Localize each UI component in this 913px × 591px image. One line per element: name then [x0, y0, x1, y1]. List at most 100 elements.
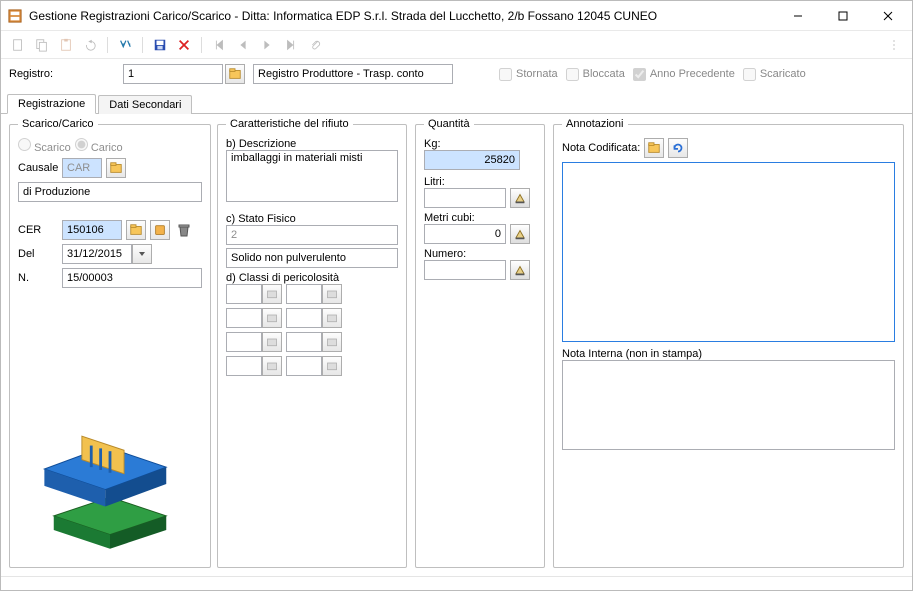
undo-icon[interactable]	[81, 36, 99, 54]
classe-input-7[interactable]	[226, 356, 262, 376]
app-icon	[7, 8, 23, 24]
litri-label: Litri:	[424, 176, 536, 188]
classe-lookup-3[interactable]	[262, 308, 282, 328]
nota-interna-input[interactable]	[562, 360, 895, 450]
causale-lookup-button[interactable]	[106, 158, 126, 178]
bloccata-checkbox[interactable]: Bloccata	[566, 68, 625, 81]
classe-input-2[interactable]	[286, 284, 322, 304]
window-title: Gestione Registrazioni Carico/Scarico - …	[29, 9, 775, 23]
registro-input[interactable]	[123, 64, 223, 84]
numero-calc-button[interactable]	[510, 260, 530, 280]
del-dropdown-button[interactable]	[132, 244, 152, 264]
minimize-button[interactable]	[775, 2, 820, 30]
scaricato-checkbox[interactable]: Scaricato	[743, 68, 806, 81]
classe-lookup-2[interactable]	[322, 284, 342, 304]
numero-label: Numero:	[424, 248, 536, 260]
descrizione-label: b) Descrizione	[226, 138, 398, 150]
tabstrip: Registrazione Dati Secondari	[1, 89, 912, 114]
causale-input[interactable]	[62, 158, 102, 178]
first-icon[interactable]	[210, 36, 228, 54]
cer-lookup-button[interactable]	[126, 220, 146, 240]
n-label: N.	[18, 272, 58, 284]
classe-input-3[interactable]	[226, 308, 262, 328]
tab-registrazione[interactable]: Registrazione	[7, 94, 96, 114]
cer-trash-button[interactable]	[174, 220, 194, 240]
causale-label: Causale	[18, 162, 58, 174]
classi-grid	[226, 284, 398, 376]
stato-fisico-label: c) Stato Fisico	[226, 213, 398, 225]
kg-input[interactable]	[424, 150, 520, 170]
classe-input-5[interactable]	[226, 332, 262, 352]
registro-desc[interactable]	[253, 64, 453, 84]
nota-interna-label: Nota Interna (non in stampa)	[562, 348, 895, 360]
new-icon[interactable]	[9, 36, 27, 54]
classe-input-6[interactable]	[286, 332, 322, 352]
quantita-group: Quantità Kg: Litri: Metri cubi: Numero:	[415, 118, 545, 568]
descrizione-input[interactable]	[226, 150, 398, 202]
quantita-legend: Quantità	[424, 118, 474, 130]
books-image	[35, 379, 185, 559]
scarico-radio[interactable]: Scarico	[18, 138, 71, 154]
nota-codificata-input[interactable]	[562, 162, 895, 342]
toolbar-separator	[201, 37, 202, 53]
tab-dati-secondari[interactable]: Dati Secondari	[98, 95, 192, 114]
stato-fisico-code[interactable]	[226, 225, 398, 245]
classe-lookup-8[interactable]	[322, 356, 342, 376]
nota-cod-refresh-button[interactable]	[668, 138, 688, 158]
cer-book-button[interactable]	[150, 220, 170, 240]
titlebar: Gestione Registrazioni Carico/Scarico - …	[1, 1, 912, 31]
annotazioni-group: Annotazioni Nota Codificata: Nota Intern…	[553, 118, 904, 568]
paste-icon[interactable]	[57, 36, 75, 54]
classi-pericolosita-label: d) Classi di pericolosità	[226, 272, 398, 284]
classe-lookup-4[interactable]	[322, 308, 342, 328]
caratteristiche-legend: Caratteristiche del rifiuto	[226, 118, 353, 130]
kg-label: Kg:	[424, 138, 536, 150]
classe-input-4[interactable]	[286, 308, 322, 328]
scarico-carico-legend: Scarico/Carico	[18, 118, 98, 130]
annotazioni-legend: Annotazioni	[562, 118, 628, 130]
nota-cod-lookup-button[interactable]	[644, 138, 664, 158]
stato-fisico-desc[interactable]	[226, 248, 398, 268]
maximize-button[interactable]	[820, 2, 865, 30]
classe-lookup-7[interactable]	[262, 356, 282, 376]
mc-label: Metri cubi:	[424, 212, 536, 224]
last-icon[interactable]	[282, 36, 300, 54]
find-icon[interactable]	[116, 36, 134, 54]
next-icon[interactable]	[258, 36, 276, 54]
statusbar	[1, 576, 912, 590]
copy-icon[interactable]	[33, 36, 51, 54]
toolbar-separator	[142, 37, 143, 53]
classe-lookup-5[interactable]	[262, 332, 282, 352]
nota-codificata-label: Nota Codificata:	[562, 142, 640, 154]
classe-input-8[interactable]	[286, 356, 322, 376]
toolbar-separator	[107, 37, 108, 53]
litri-input[interactable]	[424, 188, 506, 208]
grip-icon	[886, 36, 904, 54]
classe-lookup-6[interactable]	[322, 332, 342, 352]
delete-icon[interactable]	[175, 36, 193, 54]
del-input[interactable]	[62, 244, 132, 264]
carico-radio[interactable]: Carico	[75, 138, 123, 154]
mc-input[interactable]	[424, 224, 506, 244]
registro-lookup-button[interactable]	[225, 64, 245, 84]
cer-label: CER	[18, 224, 58, 236]
numero-input[interactable]	[424, 260, 506, 280]
save-icon[interactable]	[151, 36, 169, 54]
cer-input[interactable]	[62, 220, 122, 240]
litri-calc-button[interactable]	[510, 188, 530, 208]
mc-calc-button[interactable]	[510, 224, 530, 244]
close-button[interactable]	[865, 2, 910, 30]
registro-row: Registro: Stornata Bloccata Anno Precede…	[1, 59, 912, 89]
prev-icon[interactable]	[234, 36, 252, 54]
attachment-icon[interactable]	[306, 36, 324, 54]
classe-lookup-1[interactable]	[262, 284, 282, 304]
scarico-carico-group: Scarico/Carico Scarico Carico Causale CE…	[9, 118, 211, 568]
classe-input-1[interactable]	[226, 284, 262, 304]
n-input[interactable]	[62, 268, 202, 288]
anno-precedente-checkbox[interactable]: Anno Precedente	[633, 68, 735, 81]
main-toolbar	[1, 31, 912, 59]
del-label: Del	[18, 248, 58, 260]
causale-desc[interactable]	[18, 182, 202, 202]
stornata-checkbox[interactable]: Stornata	[499, 68, 558, 81]
tab-content: Scarico/Carico Scarico Carico Causale CE…	[1, 114, 912, 576]
